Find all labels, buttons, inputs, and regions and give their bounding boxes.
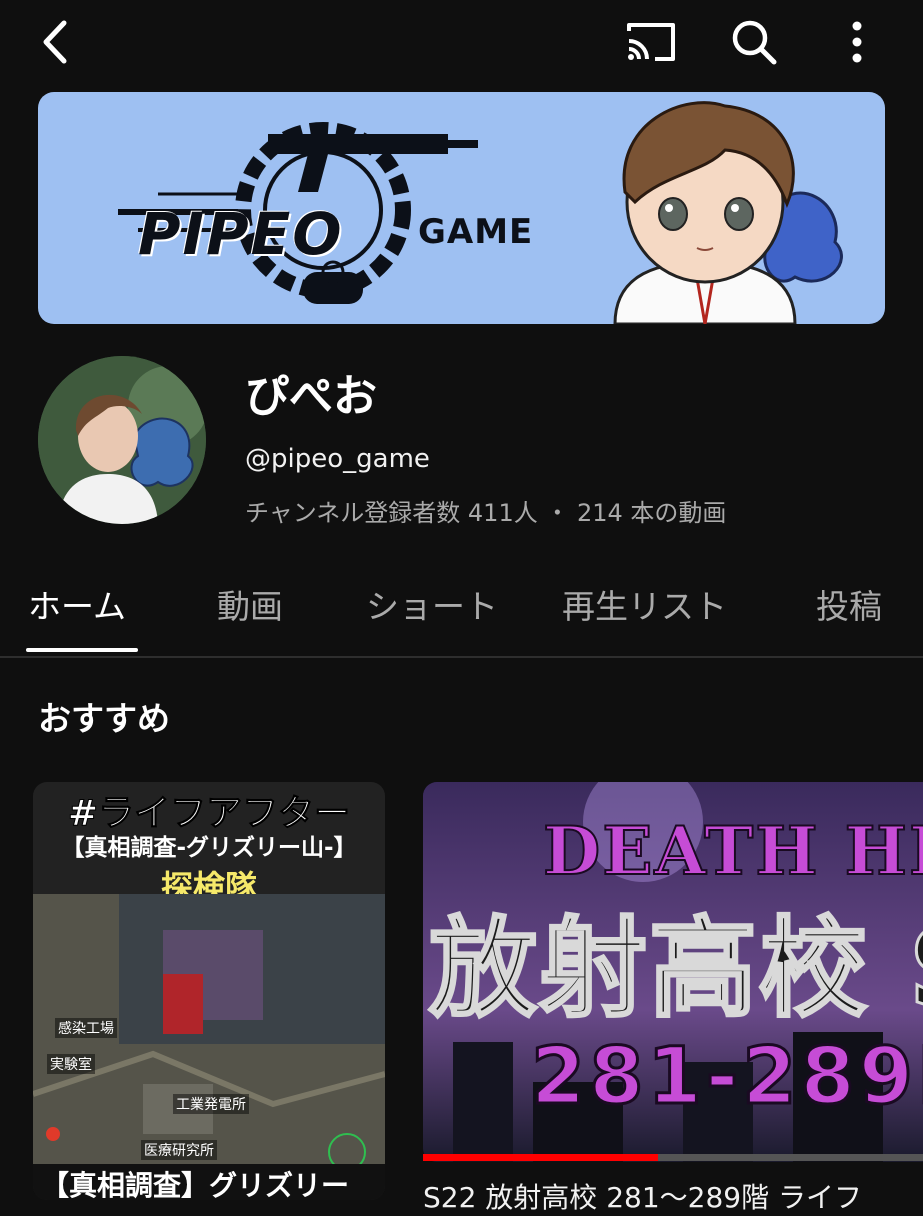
thumbnail-map-image: 感染工場 実験室 工業発電所 医療研究所 bbox=[33, 894, 385, 1174]
tab-posts[interactable]: 投稿 bbox=[816, 580, 882, 628]
channel-name: ぴぺお bbox=[245, 371, 377, 422]
video-title[interactable]: 【真相調査】グリズリー bbox=[33, 1164, 385, 1200]
logo-sub-text: GAME bbox=[418, 212, 534, 252]
channel-tabs: ホーム 動画 ショート 再生リスト 投稿 bbox=[0, 560, 923, 658]
map-label: 医療研究所 bbox=[141, 1140, 217, 1160]
search-icon bbox=[732, 20, 777, 65]
more-vertical-icon bbox=[852, 21, 862, 63]
chibi-character-illustration bbox=[613, 101, 843, 324]
video-title[interactable]: S22 放射高校 281～289階 ライフ bbox=[423, 1176, 923, 1216]
avatar-illustration bbox=[38, 356, 206, 524]
watch-progress-bar bbox=[423, 1154, 658, 1161]
chevron-left-icon bbox=[43, 20, 67, 64]
map-label: 感染工場 bbox=[55, 1018, 117, 1038]
channel-logo: PIPEO GAME bbox=[118, 102, 578, 314]
back-button[interactable] bbox=[30, 14, 80, 70]
logo-main-text: PIPEO bbox=[138, 200, 344, 268]
cast-button[interactable] bbox=[620, 14, 682, 70]
tab-videos[interactable]: 動画 bbox=[217, 580, 283, 628]
thumbnail-floor-range: 281-289F bbox=[529, 1031, 923, 1124]
channel-stats: チャンネル登録者数 411人 ・ 214 本の動画 bbox=[245, 499, 727, 527]
thumbnail-subtitle: 【真相調査-グリズリー山-】 bbox=[61, 835, 357, 861]
channel-avatar[interactable] bbox=[38, 356, 206, 524]
map-label: 実験室 bbox=[47, 1054, 95, 1074]
channel-handle: @pipeo_game bbox=[245, 444, 430, 474]
video-card[interactable]: #ライフアフター 【真相調査-グリズリー山-】 探検隊 感染工場 実験室 工業発… bbox=[33, 782, 385, 1200]
thumbnail-title-jp: 放射高校 S bbox=[427, 906, 923, 1034]
top-app-bar bbox=[0, 0, 923, 86]
search-button[interactable] bbox=[724, 14, 784, 70]
cast-icon bbox=[627, 23, 675, 61]
thumbnail-title-en: DEATH HIG bbox=[542, 811, 923, 891]
video-card[interactable]: DEATH HIG 放射高校 S 281-289F bbox=[423, 782, 923, 1162]
map-label: 工業発電所 bbox=[173, 1094, 249, 1114]
active-tab-indicator bbox=[26, 648, 138, 652]
tab-shorts[interactable]: ショート bbox=[366, 580, 498, 628]
tab-playlists[interactable]: 再生リスト bbox=[562, 580, 727, 628]
more-options-button[interactable] bbox=[832, 14, 882, 70]
tab-home[interactable]: ホーム bbox=[28, 580, 126, 628]
channel-banner: PIPEO GAME bbox=[38, 92, 885, 324]
section-title: おすすめ bbox=[38, 699, 170, 738]
